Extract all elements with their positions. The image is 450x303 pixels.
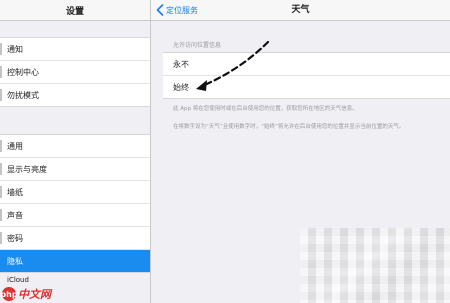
php-logo-icon: php <box>0 287 18 301</box>
watermark-text: 中文网 <box>18 288 51 301</box>
watermark: php 中文网 <box>0 286 51 302</box>
blurred-region <box>300 228 450 303</box>
